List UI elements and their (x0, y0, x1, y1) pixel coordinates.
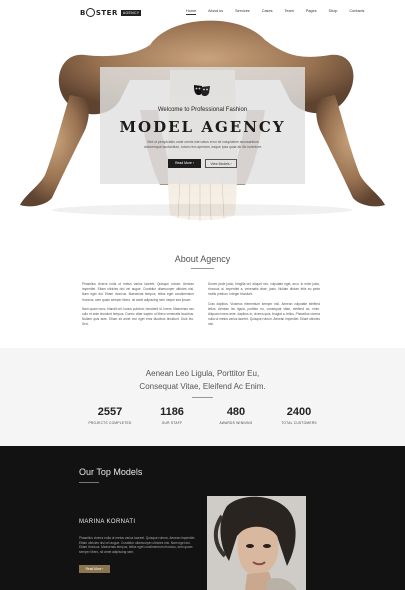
about-column-right: Donec pede justo, fringilla vel, aliquet… (208, 282, 320, 332)
about-paragraph: Donec pede justo, fringilla vel, aliquet… (208, 282, 320, 297)
stat-customers: 2400 TOTAL CUSTOMERS (269, 406, 329, 425)
quote-text: Aenean Leo Ligula, Porttitor Eu, Consequ… (0, 367, 405, 393)
model-description: Phasellus viverra nulla ut metus varius … (79, 536, 196, 554)
about-paragraph: Phasellus viverra nulla ut metus varius … (82, 282, 194, 302)
menu-item-home[interactable]: Home (186, 9, 197, 15)
logo-badge: AGENCY (120, 9, 142, 16)
stat-label: PROJECTS COMPLETED (88, 421, 132, 425)
theater-masks-icon (194, 85, 210, 97)
stat-value: 480 (226, 406, 246, 418)
menu-item-about[interactable]: About us (208, 9, 223, 15)
menu-item-cases[interactable]: Cases (262, 9, 273, 15)
models-title: Our Top Models (79, 467, 143, 477)
about-title: About Agency (174, 254, 231, 264)
about-paragraph: Nam quam nunc, blandit vel, luctus pulvi… (82, 306, 194, 327)
about-column-left: Phasellus viverra nulla ut metus varius … (82, 282, 194, 332)
stat-staff: 1186 OUR STAFF (142, 406, 202, 425)
menu-item-pages[interactable]: Pages (306, 9, 317, 15)
stat-value: 1186 (160, 406, 184, 418)
main-menu: Home About us Services Cases Team Pages … (186, 9, 376, 15)
quote-line-2: Consequat Vitae, Eleifend Ac Enim. (139, 382, 266, 391)
stat-label: TOTAL CUSTOMERS (281, 421, 317, 425)
model-photo (207, 496, 306, 590)
logo[interactable]: B STER AGENCY (80, 8, 142, 17)
read-more-button[interactable]: Read More › (168, 159, 201, 168)
stat-projects: 2557 PROJECTS COMPLETED (80, 406, 140, 425)
top-navigation: B STER AGENCY Home About us Services Cas… (0, 0, 405, 24)
logo-suffix: STER (95, 8, 118, 17)
menu-item-team[interactable]: Team (284, 9, 293, 15)
hero-section: Welcome to Professional Fashion MODEL AG… (0, 0, 405, 232)
logo-prefix: B (80, 8, 86, 17)
stat-value: 2400 (286, 406, 312, 418)
stat-label: OUR STAFF (161, 421, 183, 425)
view-models-button[interactable]: View Models › (205, 159, 237, 168)
hero-title: MODEL AGENCY (119, 118, 286, 136)
logo-circle-icon (85, 8, 95, 17)
top-models-section (0, 446, 405, 590)
menu-item-contacts[interactable]: Contacts (349, 9, 364, 15)
models-divider (79, 482, 99, 483)
stat-value: 2557 (97, 406, 123, 418)
model-name: MARINA KORNATI (79, 519, 136, 525)
stat-awards: 480 AWARDS WINNING (206, 406, 266, 425)
model-read-more-button[interactable]: Read More › (79, 565, 110, 573)
about-divider (191, 268, 214, 269)
menu-item-services[interactable]: Services (235, 9, 250, 15)
stat-label: AWARDS WINNING (219, 421, 253, 425)
quote-line-1: Aenean Leo Ligula, Porttitor Eu, (145, 369, 260, 378)
quote-divider (192, 397, 213, 398)
hero-description: Sed ut perspiciatis unde omnis iste natu… (143, 140, 263, 149)
menu-item-shop[interactable]: Shop (329, 9, 338, 15)
about-paragraph: Cras dapibus. Vivamus elementum semper n… (208, 301, 320, 327)
hero-welcome-text: Welcome to Professional Fashion (157, 107, 248, 113)
